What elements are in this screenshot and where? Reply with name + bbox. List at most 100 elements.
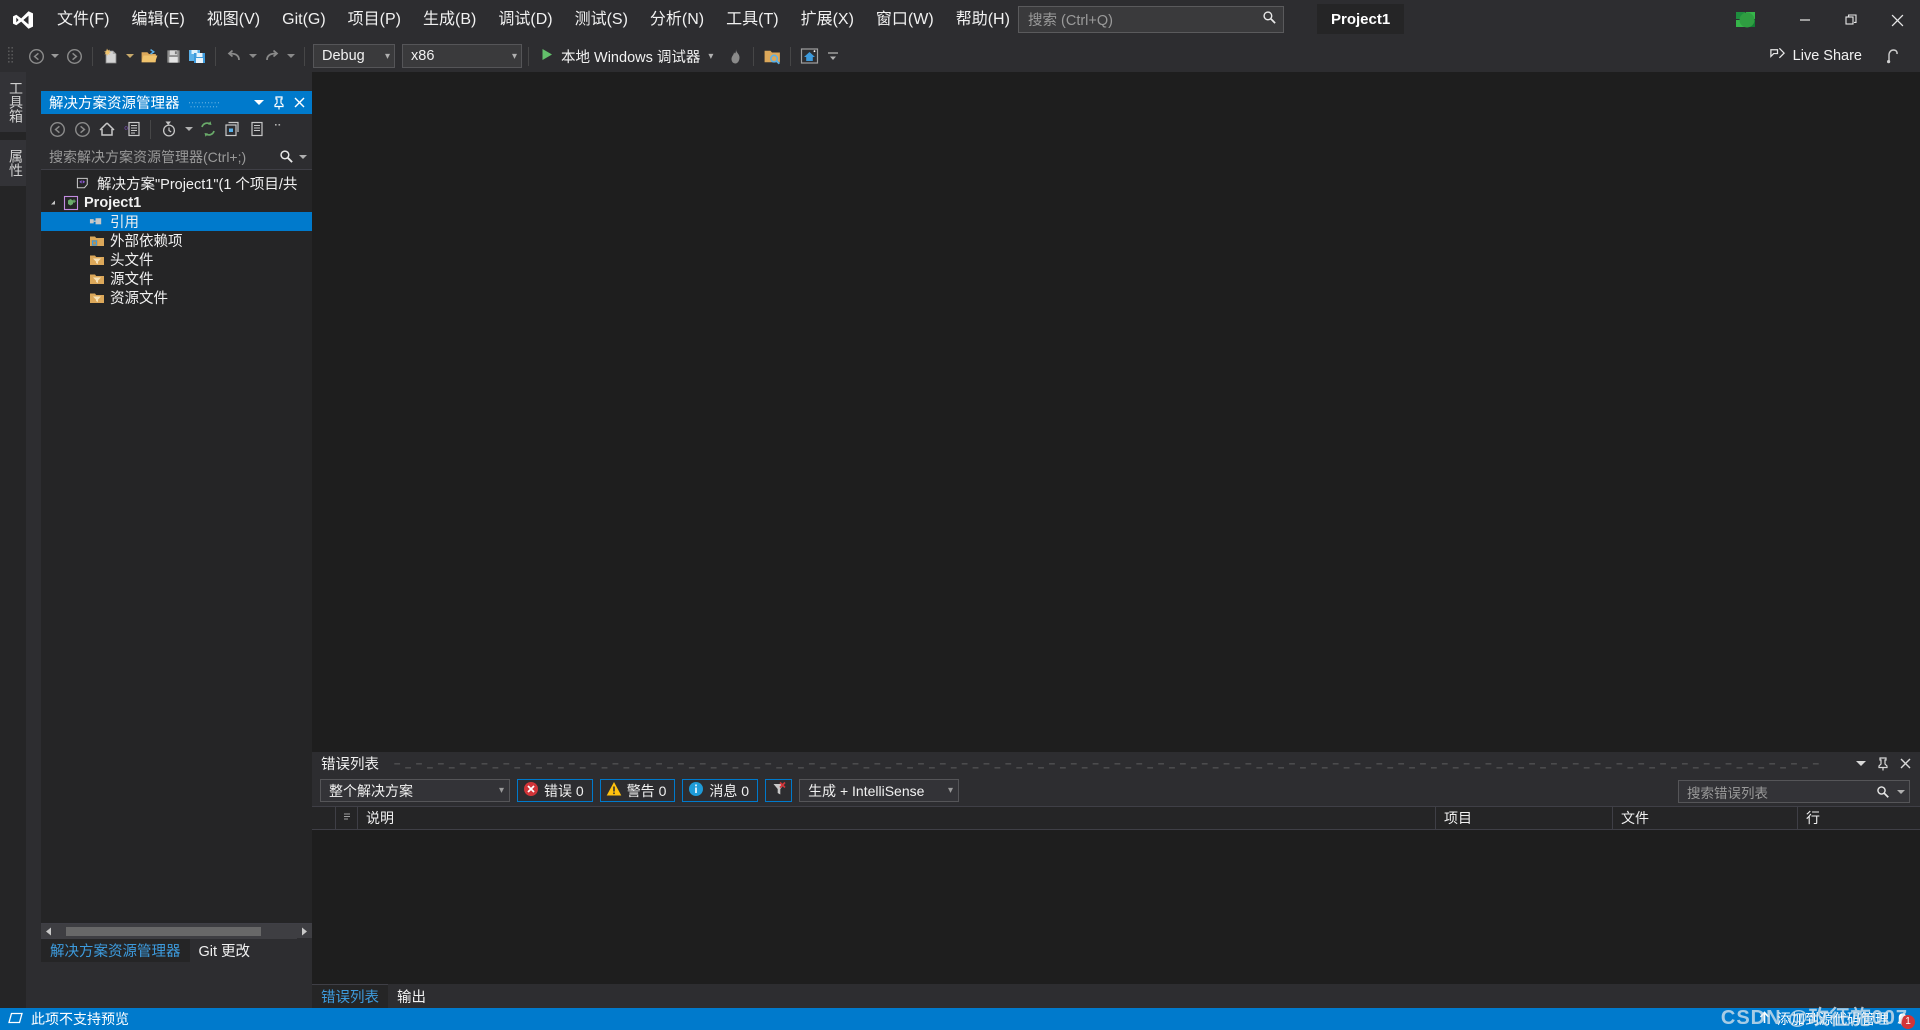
menu-item-project[interactable]: 项目(P)	[337, 0, 412, 40]
se-toolbar-overflow[interactable]	[271, 117, 284, 141]
se-home-icon[interactable]	[95, 117, 119, 141]
clear-filter-button[interactable]	[765, 779, 793, 802]
active-project-chip[interactable]: Project1	[1317, 4, 1405, 34]
scroll-left-icon[interactable]	[41, 924, 56, 939]
navigate-backward-button[interactable]	[24, 44, 48, 68]
solution-explorer-search-box[interactable]: 搜索解决方案资源管理器(Ctrl+;)	[41, 144, 312, 170]
error-list-close-icon[interactable]	[1894, 753, 1916, 775]
warnings-filter-toggle[interactable]: 警告 0	[599, 779, 676, 802]
feedback-icon[interactable]	[1884, 40, 1900, 72]
undo-button[interactable]	[222, 44, 246, 68]
account-badge-icon[interactable]	[1734, 9, 1760, 31]
solution-explorer-title-bar[interactable]: 解决方案资源管理器	[41, 91, 312, 114]
scroll-right-icon[interactable]	[297, 924, 312, 939]
se-collapse-all-icon[interactable]	[221, 117, 245, 141]
messages-filter-toggle[interactable]: 消息 0	[682, 779, 759, 802]
folder-search-icon[interactable]	[760, 44, 784, 68]
se-switch-views-icon[interactable]	[120, 117, 144, 141]
window-restore-button[interactable]	[1828, 0, 1874, 40]
new-file-button[interactable]	[99, 44, 123, 68]
navigate-forward-button[interactable]	[62, 44, 86, 68]
save-all-button[interactable]	[185, 44, 209, 68]
menu-item-edit[interactable]: 编辑(E)	[120, 0, 195, 40]
tree-node-source-files[interactable]: 源文件	[41, 269, 312, 288]
se-refresh-icon[interactable]	[196, 117, 220, 141]
error-list-rows[interactable]	[312, 830, 1920, 984]
se-search-options-dropdown[interactable]	[296, 145, 309, 169]
save-button[interactable]	[161, 44, 185, 68]
panel-menu-chevron-icon[interactable]	[249, 92, 269, 114]
vertical-tab-toolbox[interactable]: 工具箱	[0, 72, 26, 132]
se-pending-changes-dropdown[interactable]	[182, 117, 195, 141]
menu-item-tools[interactable]: 工具(T)	[715, 0, 789, 40]
column-header-description[interactable]: 说明	[358, 806, 1436, 830]
menu-item-extensions[interactable]: 扩展(X)	[790, 0, 865, 40]
toolbar-overflow-button[interactable]	[821, 44, 845, 68]
build-intellisense-filter-combo[interactable]: 生成 + IntelliSense ▾	[799, 779, 960, 802]
solution-explorer-horizontal-scrollbar[interactable]	[41, 923, 312, 939]
se-back-icon[interactable]	[45, 117, 69, 141]
menu-item-help[interactable]: 帮助(H)	[945, 0, 1021, 40]
tree-node-project[interactable]: Project1	[41, 193, 312, 212]
new-file-dropdown[interactable]	[123, 44, 137, 68]
tree-node-header-files[interactable]: 头文件	[41, 250, 312, 269]
redo-button[interactable]	[260, 44, 284, 68]
menu-item-view[interactable]: 视图(V)	[196, 0, 271, 40]
vertical-tab-properties[interactable]: 属性	[0, 140, 26, 186]
navigate-backward-dropdown[interactable]	[48, 44, 62, 68]
undo-dropdown[interactable]	[246, 44, 260, 68]
error-list-pin-icon[interactable]	[1872, 753, 1894, 775]
menu-item-git[interactable]: Git(G)	[271, 0, 337, 40]
quick-search-box[interactable]: 搜索 (Ctrl+Q)	[1018, 6, 1284, 33]
menu-item-window[interactable]: 窗口(W)	[865, 0, 945, 40]
window-close-button[interactable]	[1874, 0, 1920, 40]
open-file-button[interactable]	[137, 44, 161, 68]
tree-node-resource-files[interactable]: 资源文件	[41, 288, 312, 307]
error-list-title-bar[interactable]: 错误列表	[312, 752, 1920, 775]
notifications-icon[interactable]: 1	[1895, 1012, 1915, 1029]
search-icon[interactable]	[1872, 785, 1894, 799]
scrollbar-thumb[interactable]	[66, 926, 261, 936]
redo-dropdown[interactable]	[284, 44, 298, 68]
menu-item-test[interactable]: 测试(S)	[564, 0, 639, 40]
hot-reload-icon[interactable]	[723, 44, 747, 68]
tab-git-changes[interactable]: Git 更改	[190, 938, 260, 962]
solution-configuration-combo[interactable]: Debug ▾	[313, 44, 395, 68]
errors-filter-toggle[interactable]: 错误 0	[517, 779, 593, 802]
panel-pin-icon[interactable]	[269, 92, 289, 114]
tab-error-list[interactable]: 错误列表	[312, 984, 388, 1008]
start-debugging-button[interactable]: 本地 Windows 调试器 ▾	[535, 44, 717, 68]
menu-item-debug[interactable]: 调试(D)	[487, 0, 563, 40]
error-list-search-box[interactable]: 搜索错误列表	[1678, 780, 1910, 803]
tree-expander-expanded-icon[interactable]	[48, 198, 61, 207]
add-to-source-control-label[interactable]: 添加到源代码管理	[1777, 1009, 1889, 1029]
error-list-menu-chevron-icon[interactable]	[1850, 753, 1872, 775]
tab-solution-explorer[interactable]: 解决方案资源管理器	[41, 938, 190, 962]
column-header-line[interactable]: 行	[1798, 806, 1858, 830]
column-header-code-icon[interactable]	[336, 806, 358, 830]
tree-node-solution[interactable]: 解决方案"Project1"(1 个项目/共	[41, 174, 312, 193]
column-header-selector[interactable]	[312, 806, 336, 830]
tab-output[interactable]: 输出	[388, 984, 435, 1008]
scrollbar-track[interactable]	[56, 923, 297, 939]
home-window-icon[interactable]	[797, 44, 821, 68]
window-minimize-button[interactable]	[1782, 0, 1828, 40]
menu-item-analyze[interactable]: 分析(N)	[639, 0, 715, 40]
se-forward-icon[interactable]	[70, 117, 94, 141]
panel-close-icon[interactable]	[289, 92, 309, 114]
column-header-project[interactable]: 项目	[1436, 806, 1613, 830]
se-pending-changes-icon[interactable]	[157, 117, 181, 141]
toolbar-grip-handle[interactable]	[8, 46, 22, 66]
solution-platform-combo[interactable]: x86 ▾	[402, 44, 522, 68]
error-scope-combo[interactable]: 整个解决方案 ▾	[320, 779, 510, 802]
live-share-button[interactable]: Live Share	[1769, 40, 1862, 72]
menu-item-build[interactable]: 生成(B)	[412, 0, 487, 40]
search-icon[interactable]	[276, 145, 296, 169]
menu-item-file[interactable]: 文件(F)	[46, 0, 120, 40]
column-header-file[interactable]: 文件	[1613, 806, 1798, 830]
source-control-upload-icon[interactable]	[1758, 1010, 1771, 1028]
se-properties-icon[interactable]	[246, 117, 270, 141]
error-search-options-dropdown[interactable]	[1894, 789, 1907, 795]
tree-node-references[interactable]: 引用	[41, 212, 312, 231]
tree-node-external-dependencies[interactable]: 外部依赖项	[41, 231, 312, 250]
